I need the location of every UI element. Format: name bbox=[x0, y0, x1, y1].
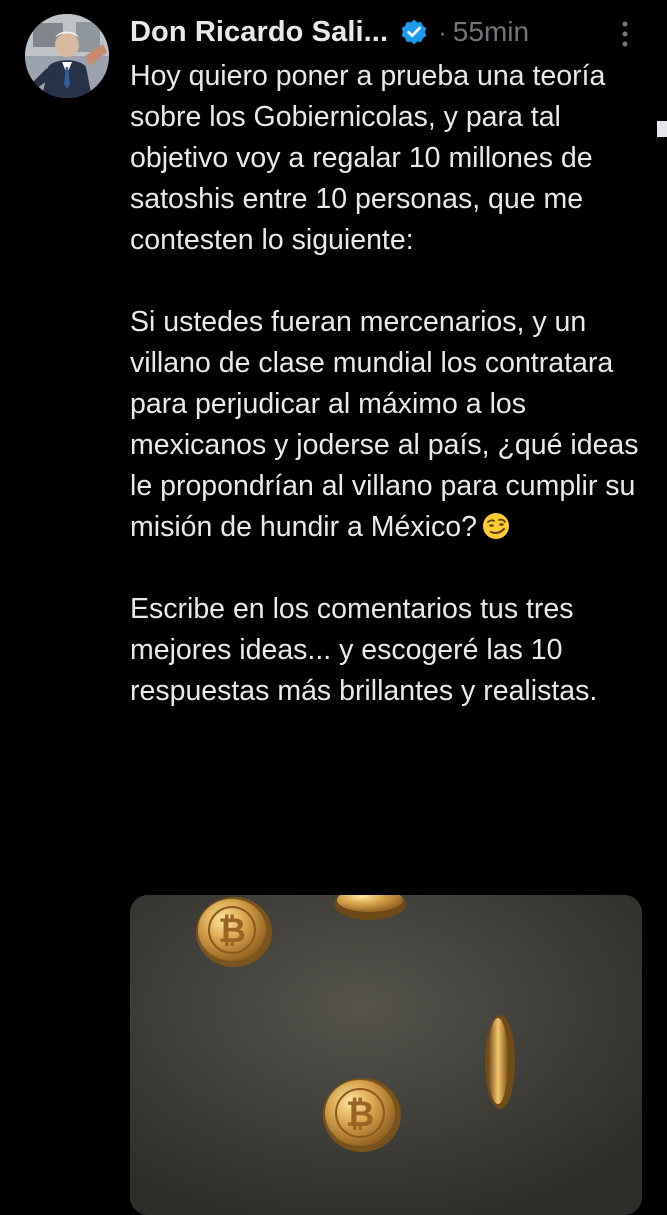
post-header: Don Ricardo Sali... · 55min bbox=[130, 10, 600, 54]
svg-text:₿: ₿ bbox=[346, 1095, 375, 1135]
more-options-button[interactable] bbox=[617, 18, 633, 50]
smirking-face-emoji-icon bbox=[481, 511, 511, 541]
svg-text:₿: ₿ bbox=[218, 911, 246, 951]
post-text: Hoy quiero poner a prueba una teoría sob… bbox=[130, 56, 650, 753]
bitcoin-coin-edge-icon bbox=[485, 1015, 515, 1109]
post-timestamp[interactable]: 55min bbox=[453, 16, 529, 48]
post-paragraph-3: Escribe en los comentarios tus tres mejo… bbox=[130, 593, 598, 707]
author-name[interactable]: Don Ricardo Sali... bbox=[130, 16, 388, 49]
post-paragraph-1: Hoy quiero poner a prueba una teoría sob… bbox=[130, 60, 606, 256]
timestamp-separator: · bbox=[438, 16, 447, 47]
verified-badge-icon bbox=[400, 18, 428, 46]
post-media-image[interactable]: ₿ ₿ bbox=[130, 895, 642, 1215]
bitcoin-coin-top-left-icon: ₿ bbox=[196, 897, 272, 967]
bitcoin-coin-bottom-icon: ₿ bbox=[323, 1078, 401, 1152]
post-paragraph-2: Si ustedes fueran mercenarios, y un vill… bbox=[130, 302, 650, 548]
more-vertical-icon bbox=[622, 21, 628, 47]
scroll-indicator bbox=[657, 121, 667, 137]
author-avatar[interactable] bbox=[25, 14, 109, 98]
post-paragraph-2-text: Si ustedes fueran mercenarios, y un vill… bbox=[130, 306, 639, 543]
post-container[interactable]: Don Ricardo Sali... · 55min Hoy quiero p… bbox=[0, 0, 667, 1215]
